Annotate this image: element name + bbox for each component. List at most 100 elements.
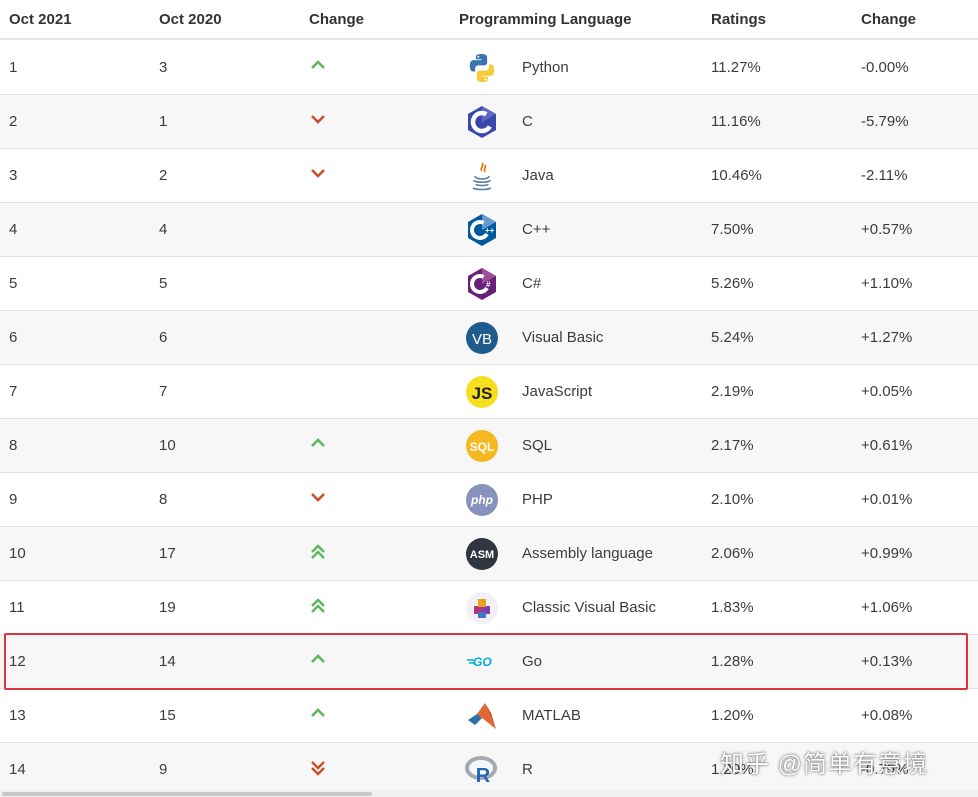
rank-current: 14 xyxy=(9,761,26,778)
language-name[interactable]: Java xyxy=(522,149,554,202)
chevron-up-icon xyxy=(309,58,329,78)
rank-current: 7 xyxy=(9,383,18,400)
language-name[interactable]: C# xyxy=(522,257,541,310)
rank-previous: 17 xyxy=(159,545,176,562)
svg-text:VB: VB xyxy=(472,331,492,348)
rank-previous: 3 xyxy=(159,59,168,76)
header-language[interactable]: Programming Language xyxy=(459,11,632,28)
language-name[interactable]: MATLAB xyxy=(522,689,581,742)
rating-change: -0.00% xyxy=(861,59,909,76)
table-row[interactable]: 13 15 MATLAB 1.20% +0.08% xyxy=(0,689,978,743)
rank-current: 4 xyxy=(9,221,18,238)
rating-value: 11.16% xyxy=(711,113,761,130)
horizontal-scrollbar[interactable] xyxy=(0,791,978,797)
header-change[interactable]: Change xyxy=(309,11,364,28)
rating-value: 2.19% xyxy=(711,383,754,400)
rating-change: +1.06% xyxy=(861,599,913,616)
table-row[interactable]: 11 19 Classic Visual Basic 1.83% +1.06% xyxy=(0,581,978,635)
language-name[interactable]: R xyxy=(522,743,533,796)
php-icon: php xyxy=(465,483,501,517)
rating-change: -5.79% xyxy=(861,113,909,130)
rating-change: +1.10% xyxy=(861,275,913,292)
language-name[interactable]: Visual Basic xyxy=(522,311,603,364)
rating-value: 1.83% xyxy=(711,599,754,616)
csharp-icon: # xyxy=(465,267,501,301)
rank-current: 8 xyxy=(9,437,18,454)
table-row[interactable]: 7 7 JS JavaScript 2.19% +0.05% xyxy=(0,365,978,419)
no-change-indicator xyxy=(309,274,329,294)
language-name[interactable]: Assembly language xyxy=(522,527,653,580)
svg-text:#: # xyxy=(486,280,491,289)
rating-change: +0.05% xyxy=(861,383,913,400)
table-row[interactable]: 10 17 ASM Assembly language 2.06% +0.99% xyxy=(0,527,978,581)
scrollbar-thumb[interactable] xyxy=(2,792,372,796)
language-name[interactable]: JavaScript xyxy=(522,365,592,418)
table-row[interactable]: 1 3 Python 11.27% -0.00% xyxy=(0,41,978,95)
rank-current: 3 xyxy=(9,167,18,184)
double-chevron-down-icon xyxy=(309,760,329,780)
table-row[interactable]: 3 2 Java 10.46% -2.11% xyxy=(0,149,978,203)
table-header: Oct 2021 Oct 2020 Change Programming Lan… xyxy=(0,0,978,40)
rank-current: 2 xyxy=(9,113,18,130)
rating-change: +0.61% xyxy=(861,437,913,454)
rank-current: 11 xyxy=(9,599,25,616)
language-name[interactable]: C xyxy=(522,95,533,148)
matlab-icon xyxy=(465,699,501,733)
chevron-up-icon xyxy=(309,706,329,726)
svg-text:R: R xyxy=(476,765,491,787)
language-name[interactable]: C++ xyxy=(522,203,550,256)
table-row[interactable]: 6 6 VB Visual Basic 5.24% +1.27% xyxy=(0,311,978,365)
language-name[interactable]: PHP xyxy=(522,473,553,526)
rating-change: +0.57% xyxy=(861,221,913,238)
language-name[interactable]: SQL xyxy=(522,419,552,472)
chevron-down-icon xyxy=(309,112,329,132)
rating-value: 1.20% xyxy=(711,707,754,724)
rank-previous: 1 xyxy=(159,113,168,130)
visual-basic-icon: VB xyxy=(465,321,501,355)
rank-current: 10 xyxy=(9,545,26,562)
rating-change: +1.27% xyxy=(861,329,913,346)
header-delta[interactable]: Change xyxy=(861,11,916,28)
svg-text:php: php xyxy=(470,493,493,507)
rating-value: 2.17% xyxy=(711,437,754,454)
rank-current: 9 xyxy=(9,491,18,508)
sql-icon: SQL xyxy=(465,429,501,463)
header-previous-rank[interactable]: Oct 2020 xyxy=(159,11,222,28)
python-icon xyxy=(465,51,501,85)
rating-change: +0.08% xyxy=(861,707,913,724)
rank-previous: 10 xyxy=(159,437,176,454)
java-icon xyxy=(465,159,501,193)
chevron-down-icon xyxy=(309,166,329,186)
rating-change: -2.11% xyxy=(861,167,908,184)
table-row[interactable]: 5 5 # C# 5.26% +1.10% xyxy=(0,257,978,311)
rank-previous: 9 xyxy=(159,761,168,778)
rank-previous: 7 xyxy=(159,383,168,400)
rank-current: 6 xyxy=(9,329,18,346)
table-row[interactable]: 9 8 php PHP 2.10% +0.01% xyxy=(0,473,978,527)
table-row[interactable]: 8 10 SQL SQL 2.17% +0.61% xyxy=(0,419,978,473)
assembly-icon: ASM xyxy=(465,537,501,571)
language-name[interactable]: Python xyxy=(522,41,569,94)
cpp-icon: ++ xyxy=(465,213,501,247)
table-row[interactable]: 2 1 C 11.16% -5.79% xyxy=(0,95,978,149)
rating-value: 2.06% xyxy=(711,545,754,562)
rating-change: +0.01% xyxy=(861,491,913,508)
header-current-rank[interactable]: Oct 2021 xyxy=(9,11,72,28)
svg-text:++: ++ xyxy=(485,226,495,235)
rank-previous: 19 xyxy=(159,599,176,616)
rank-previous: 15 xyxy=(159,707,176,724)
svg-text:JS: JS xyxy=(472,384,493,403)
rating-value: 11.27% xyxy=(711,59,761,76)
no-change-indicator xyxy=(309,328,329,348)
rank-previous: 5 xyxy=(159,275,168,292)
rating-value: 10.46% xyxy=(711,167,762,184)
header-ratings[interactable]: Ratings xyxy=(711,11,766,28)
rating-value: 2.10% xyxy=(711,491,754,508)
rank-previous: 6 xyxy=(159,329,168,346)
highlight-box-go xyxy=(4,633,968,690)
svg-text:SQL: SQL xyxy=(470,440,495,454)
language-name[interactable]: Classic Visual Basic xyxy=(522,581,656,634)
classic-vb-icon xyxy=(465,591,501,625)
table-row[interactable]: 4 4 ++ C++ 7.50% +0.57% xyxy=(0,203,978,257)
c-icon xyxy=(465,105,501,139)
